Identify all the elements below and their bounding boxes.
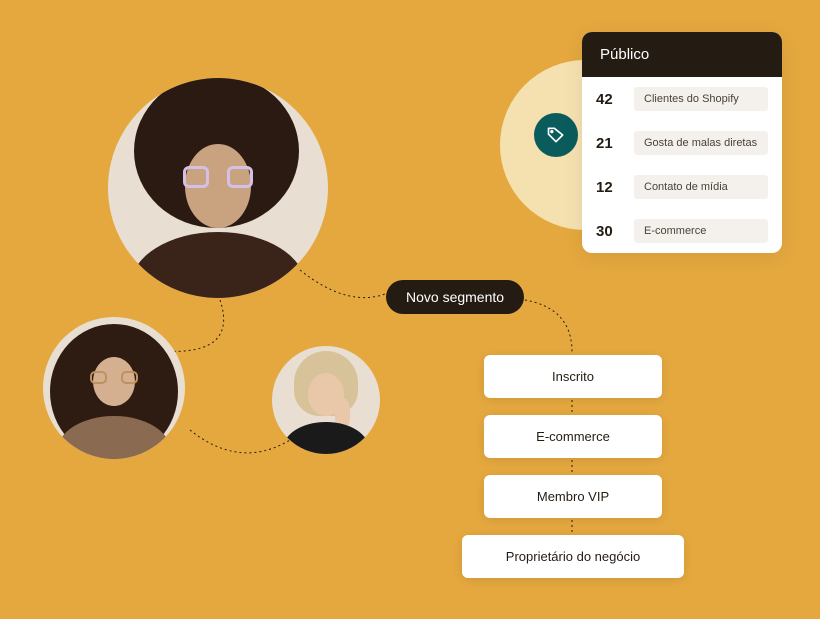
segment-chip: Proprietário do negócio <box>462 535 684 578</box>
audience-label: E-commerce <box>634 219 768 243</box>
avatar-secondary-right <box>272 346 380 454</box>
audience-count: 12 <box>596 179 622 196</box>
audience-row: 30 E-commerce <box>582 209 782 253</box>
audience-row: 12 Contato de mídia <box>582 165 782 209</box>
audience-label: Gosta de malas diretas <box>634 131 768 155</box>
tag-icon <box>534 113 578 157</box>
avatar-primary <box>108 78 328 298</box>
segment-chip: E-commerce <box>484 415 662 458</box>
audience-count: 42 <box>596 91 622 108</box>
audience-label: Contato de mídia <box>634 175 768 199</box>
audience-count: 21 <box>596 135 622 152</box>
audience-card-title: Público <box>582 32 782 77</box>
segment-chip: Inscrito <box>484 355 662 398</box>
avatar-secondary-left <box>43 317 185 459</box>
new-segment-pill: Novo segmento <box>386 280 524 314</box>
audience-label: Clientes do Shopify <box>634 87 768 111</box>
audience-row: 42 Clientes do Shopify <box>582 77 782 121</box>
segment-chip: Membro VIP <box>484 475 662 518</box>
audience-card: Público 42 Clientes do Shopify 21 Gosta … <box>582 32 782 253</box>
audience-row: 21 Gosta de malas diretas <box>582 121 782 165</box>
audience-count: 30 <box>596 223 622 240</box>
